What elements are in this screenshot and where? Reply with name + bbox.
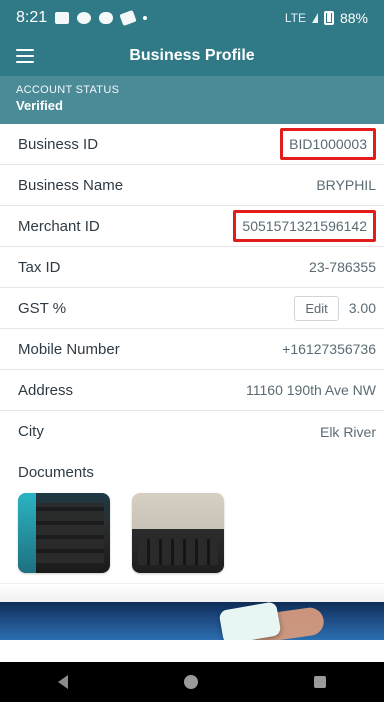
row-address: Address 11160 190th Ave NW — [0, 370, 384, 411]
tax-id-value: 23-786355 — [309, 259, 376, 275]
document-thumbnail-2[interactable] — [132, 493, 224, 573]
business-details-list: Business ID BID1000003 Business Name BRY… — [0, 124, 384, 452]
gst-edit-button[interactable]: Edit — [294, 295, 339, 321]
merchant-id-value: 5051571321596142 — [233, 210, 376, 242]
row-merchant-id: Merchant ID 5051571321596142 — [0, 206, 384, 247]
city-value: Elk River — [319, 423, 376, 440]
documents-thumbnails — [18, 493, 366, 573]
account-status-section: ACCOUNT STATUS Verified — [0, 76, 384, 124]
city-label: City — [18, 423, 44, 440]
merchant-id-label: Merchant ID — [18, 217, 100, 235]
gst-controls: Edit 3.00 — [294, 295, 376, 321]
gst-value: 3.00 — [348, 300, 376, 316]
account-status-value: Verified — [16, 98, 63, 113]
business-id-label: Business ID — [18, 135, 99, 153]
menu-icon[interactable] — [16, 49, 34, 63]
app-bar: Business Profile — [0, 36, 384, 76]
phone-illustration — [218, 602, 282, 640]
row-business-name: Business Name BRYPHIL — [0, 165, 384, 206]
home-icon[interactable] — [184, 675, 198, 689]
business-name-label: Business Name — [18, 176, 124, 194]
business-id-value: BID1000003 — [280, 128, 376, 160]
status-time: 8:21 — [16, 9, 48, 26]
row-city: City Elk River — [0, 411, 384, 452]
tax-id-label: Tax ID — [18, 258, 61, 276]
battery-icon — [323, 11, 334, 25]
documents-label: Documents — [18, 464, 94, 481]
user-sync-icon — [99, 12, 114, 24]
signal-icon — [311, 13, 318, 23]
documents-section: Documents — [0, 452, 384, 583]
link-icon — [119, 9, 137, 27]
whatsapp-icon — [77, 12, 92, 24]
more-notifications-icon — [143, 16, 148, 20]
mobile-number-value: +16127356736 — [282, 341, 376, 357]
mobile-number-label: Mobile Number — [18, 340, 120, 358]
address-value: 11160 190th Ave NW — [246, 382, 376, 398]
row-gst: GST % Edit 3.00 — [0, 288, 384, 329]
section-divider — [0, 583, 384, 602]
page-title: Business Profile — [129, 47, 255, 64]
network-type: LTE — [284, 11, 306, 25]
status-bar: 8:21 LTE 88% — [0, 0, 384, 36]
status-right: LTE 88% — [285, 10, 368, 26]
address-label: Address — [18, 381, 74, 399]
row-mobile-number: Mobile Number +16127356736 — [0, 329, 384, 370]
battery-percentage: 88% — [339, 10, 368, 26]
android-navigation-bar — [0, 662, 384, 702]
recent-apps-icon[interactable] — [314, 676, 326, 688]
document-thumbnail-1[interactable] — [18, 493, 110, 573]
account-status-label: ACCOUNT STATUS — [16, 84, 120, 96]
promo-banner[interactable] — [0, 602, 384, 640]
row-tax-id: Tax ID 23-786355 — [0, 247, 384, 288]
business-name-value: BRYPHIL — [316, 177, 376, 193]
row-business-id: Business ID BID1000003 — [0, 124, 384, 165]
gst-label: GST % — [18, 299, 67, 317]
status-left: 8:21 — [16, 9, 148, 27]
back-icon[interactable] — [58, 675, 68, 689]
image-notification-icon — [55, 12, 70, 24]
